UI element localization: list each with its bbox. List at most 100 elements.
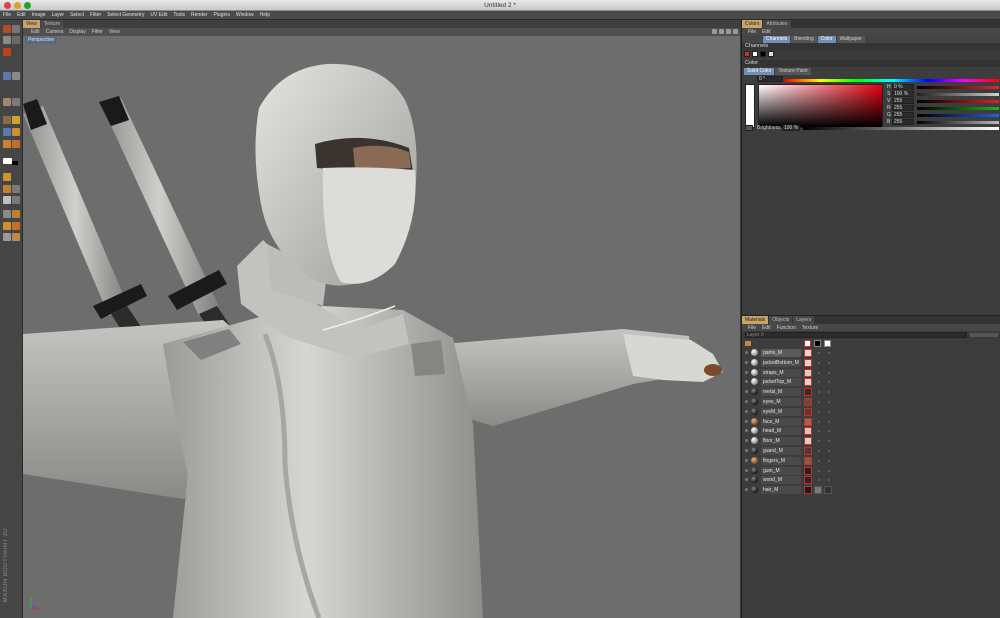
list-item[interactable]: jacketBottom_M <box>742 358 1000 368</box>
channel-swatch-black[interactable] <box>760 51 766 57</box>
menu-filter[interactable]: Filter <box>90 11 101 20</box>
smudge-tool-icon[interactable] <box>3 116 11 124</box>
list-item[interactable]: eyes_M <box>742 397 1000 407</box>
polygon-mode-icon[interactable] <box>12 185 20 193</box>
viewport-menu-camera[interactable]: Camera <box>46 29 64 35</box>
channel-dot-icon[interactable] <box>828 410 830 413</box>
visibility-icon[interactable] <box>745 429 748 433</box>
channel-color-thumb[interactable] <box>804 417 812 426</box>
tab-colors[interactable]: Colors <box>742 20 763 28</box>
pan-view-icon[interactable] <box>712 29 717 34</box>
field-input-g[interactable]: 255 <box>892 112 914 118</box>
pen-tool-icon[interactable] <box>3 128 11 136</box>
layer-mode-icon[interactable] <box>3 185 11 193</box>
maximize-view-icon[interactable] <box>733 29 738 34</box>
materials-menu-file[interactable]: File <box>748 325 756 331</box>
visibility-icon[interactable] <box>745 409 748 413</box>
list-item[interactable]: hair_M <box>742 485 1000 495</box>
tab-attributes[interactable]: Attributes <box>763 20 791 28</box>
channel-dot-icon[interactable] <box>828 391 830 394</box>
folder-icon[interactable] <box>745 341 751 346</box>
channel-dot-icon[interactable] <box>818 479 820 482</box>
move-tool-icon[interactable] <box>3 36 11 44</box>
list-item[interactable]: floor_M <box>742 436 1000 446</box>
channel-dot-icon[interactable] <box>818 361 820 364</box>
channel-dot-icon[interactable] <box>828 352 830 354</box>
menu-select-geometry[interactable]: Select Geometry <box>107 11 144 20</box>
channel-dot-icon[interactable] <box>818 352 820 354</box>
slider-b[interactable] <box>917 121 999 124</box>
viewport-3d-canvas[interactable] <box>23 44 740 618</box>
tab-materials[interactable]: Materials <box>742 316 769 324</box>
channel-dot-icon[interactable] <box>818 459 820 462</box>
zoom-view-icon[interactable] <box>719 29 724 34</box>
visibility-icon[interactable] <box>745 360 748 364</box>
channel-color-thumb[interactable] <box>804 427 812 436</box>
tab-view[interactable]: View <box>23 20 40 28</box>
channel-dot-icon[interactable] <box>818 410 820 413</box>
checker-icon[interactable] <box>3 233 11 241</box>
channel-dot-icon[interactable] <box>828 440 830 443</box>
field-input-h[interactable]: 0 % <box>892 84 914 90</box>
paint-brush-icon[interactable] <box>3 72 11 80</box>
slider-h[interactable] <box>917 86 999 89</box>
materials-menu-function[interactable]: Function <box>777 325 796 331</box>
fill-bucket-icon[interactable] <box>3 140 11 148</box>
eraser-tool-icon[interactable] <box>12 72 20 80</box>
close-window-button[interactable] <box>4 2 11 9</box>
visibility-icon[interactable] <box>745 390 748 394</box>
channel-color-thumb[interactable] <box>804 456 812 465</box>
tab-layers[interactable]: Layers <box>793 316 815 324</box>
viewport-menu-display[interactable]: Display <box>69 29 85 35</box>
list-item[interactable]: guard_M <box>742 446 1000 456</box>
clone-tool-icon[interactable] <box>12 98 20 106</box>
saturation-value-field[interactable] <box>758 84 883 128</box>
channel-dot-icon[interactable] <box>828 400 830 403</box>
channel-color-thumb[interactable] <box>804 476 812 485</box>
channel-color-thumb[interactable] <box>804 388 812 397</box>
channel-dot-icon[interactable] <box>818 430 820 433</box>
list-item[interactable]: jacketTop_M <box>742 377 1000 387</box>
rotate-view-icon[interactable] <box>726 29 731 34</box>
channel-color-thumb[interactable] <box>804 486 812 495</box>
pencil-tool-icon[interactable] <box>12 128 20 136</box>
channel-color-thumb[interactable] <box>804 437 812 446</box>
menu-window[interactable]: Window <box>236 11 254 20</box>
tab-blending[interactable]: Blending <box>791 35 817 43</box>
menu-layer[interactable]: Layer <box>52 11 65 20</box>
channel-dot-icon[interactable] <box>818 469 820 472</box>
channel-swatch-white[interactable] <box>752 51 758 57</box>
materials-menu-edit[interactable]: Edit <box>762 325 771 331</box>
viewport-menu-filter[interactable]: Filter <box>92 29 103 35</box>
channel-swatch-color[interactable] <box>744 51 750 57</box>
list-item[interactable]: eyeM_M <box>742 407 1000 417</box>
visibility-icon[interactable] <box>745 370 748 374</box>
color-menu-edit[interactable]: Edit <box>762 29 771 35</box>
channel-dot-icon[interactable] <box>828 479 830 482</box>
channel-color-thumb[interactable] <box>804 368 812 377</box>
angle-field[interactable]: 0 ° <box>757 76 783 82</box>
uv-mode-icon[interactable] <box>3 196 11 204</box>
window-controls[interactable] <box>4 2 31 9</box>
gradient-tool-icon[interactable] <box>12 140 20 148</box>
channel-alpha-thumb[interactable] <box>824 486 832 495</box>
channel-bump-thumb[interactable] <box>814 486 822 495</box>
channel-dot-icon[interactable] <box>828 361 830 364</box>
menu-render[interactable]: Render <box>191 11 207 20</box>
visibility-icon[interactable] <box>745 468 748 472</box>
texture-mode-icon[interactable] <box>3 173 11 181</box>
list-item[interactable]: fingers_M <box>742 456 1000 466</box>
magic-wand-icon[interactable] <box>12 116 20 124</box>
channel-dot-icon[interactable] <box>818 449 820 452</box>
materials-menu-texture[interactable]: Texture <box>802 325 818 331</box>
channel-dot-icon[interactable] <box>818 391 820 394</box>
tab-texture-paint[interactable]: Texture Paint <box>775 67 811 75</box>
channel-dot-icon[interactable] <box>818 420 820 423</box>
scale-tool-icon[interactable] <box>12 36 20 44</box>
brightness-toggle-icon[interactable] <box>745 125 753 131</box>
list-item[interactable]: metal_M <box>742 387 1000 397</box>
menu-help[interactable]: Help <box>260 11 270 20</box>
channel-dot-icon[interactable] <box>828 430 830 433</box>
select-poly-icon[interactable] <box>3 222 11 230</box>
slider-v[interactable] <box>917 100 999 103</box>
